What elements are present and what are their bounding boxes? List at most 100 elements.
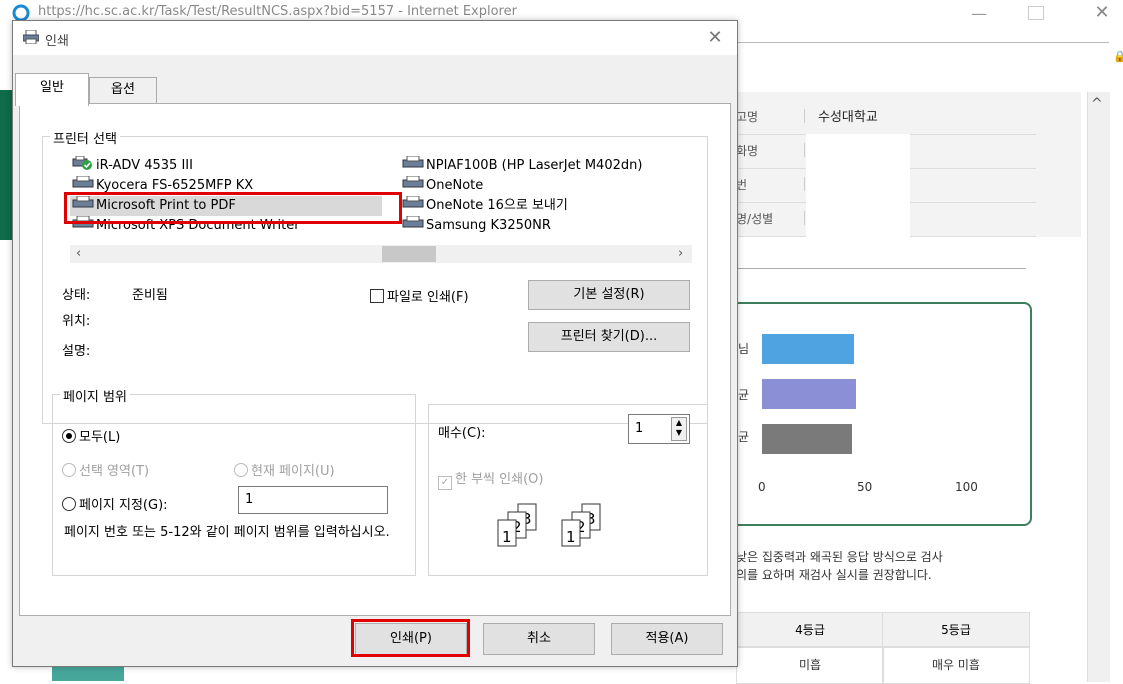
dialog-body: 일반 옵션 프린터 선택 iR-ADV 4535 III Kyocera FS-… (13, 55, 737, 666)
chart-bar (762, 424, 852, 454)
svg-text:1: 1 (566, 528, 576, 546)
dialog-close-icon[interactable]: ✕ (703, 27, 727, 49)
printer-name: iR-ADV 4535 III (96, 158, 193, 173)
page-range-hint: 페이지 번호 또는 5-12와 같이 페이지 범위를 입력하십시오. (64, 525, 390, 540)
scroll-right-icon[interactable]: › (678, 246, 683, 261)
printer-item[interactable]: OneNote 16으로 보내기 (402, 195, 568, 216)
row-divider (804, 143, 805, 157)
range-selection-label: 선택 영역(T) (79, 464, 150, 479)
range-pages-radio[interactable]: 페이지 지정(G): (62, 494, 168, 513)
chart-bar (762, 334, 854, 364)
collate-label: 한 부씩 인쇄(O) (455, 472, 544, 487)
printer-item[interactable]: Samsung K3250NR (402, 215, 551, 236)
range-pages-label: 페이지 지정(G): (79, 498, 168, 513)
printer-icon (402, 215, 424, 228)
preferences-button[interactable]: 기본 설정(R) (528, 280, 690, 310)
printer-item[interactable]: NPIAF100B (HP LaserJet M402dn) (402, 155, 643, 176)
printer-name: OneNote 16으로 보내기 (426, 198, 568, 213)
cancel-button[interactable]: 취소 (483, 623, 595, 655)
note-line: 낮은 집중력과 왜곡된 응답 방식으로 검사 (736, 550, 943, 564)
copies-input[interactable]: 1 ▲ ▼ (628, 414, 690, 444)
printer-name: Samsung K3250NR (426, 218, 551, 233)
chart-bar (762, 379, 856, 409)
x-tick-label: 50 (857, 480, 873, 494)
radio-dot[interactable] (62, 429, 76, 443)
info-value: 수성대학교 (818, 110, 878, 125)
table-cell: 미흡 (736, 646, 884, 684)
checkbox-box: ✓ (438, 476, 452, 490)
close-icon[interactable]: ✕ (1090, 2, 1114, 24)
page-range-input[interactable]: 1 (238, 486, 388, 514)
tab-general[interactable]: 일반 (15, 73, 89, 106)
range-selection-radio: 선택 영역(T) (62, 460, 149, 479)
apply-button[interactable]: 적용(A) (611, 623, 723, 655)
copies-spinner[interactable]: ▲ ▼ (671, 417, 687, 441)
scroll-thumb[interactable] (382, 246, 436, 262)
range-all-radio[interactable]: 모두(L) (62, 426, 120, 445)
table-cell: 매우 미흡 (882, 646, 1030, 684)
scroll-left-icon[interactable]: ‹ (76, 246, 81, 261)
printer-list-scrollbar[interactable]: ‹ › (70, 245, 692, 263)
default-printer-icon (72, 155, 94, 170)
dialog-title: 인쇄 (45, 34, 69, 49)
chart-category-label: 균 (738, 430, 750, 444)
general-panel: 프린터 선택 iR-ADV 4535 III Kyocera FS-6525MF… (19, 103, 731, 616)
browser-scrollbar[interactable]: ^ (1087, 92, 1110, 682)
printer-name: Kyocera FS-6525MFP KX (96, 178, 254, 193)
info-row: 고명 수성대학교 (736, 100, 1036, 135)
address-bar-border (736, 42, 1109, 43)
section-divider (736, 268, 1026, 269)
copies-value: 1 (635, 421, 644, 436)
printer-name: OneNote (426, 178, 484, 193)
comment-label: 설명: (62, 344, 91, 359)
info-key: 화명 (736, 144, 759, 158)
dialog-title-bar: 인쇄 ✕ (13, 21, 737, 55)
page-range-group (52, 394, 416, 576)
print-dialog: 인쇄 ✕ 일반 옵션 프린터 선택 iR-ADV 4535 III Kyocer… (12, 20, 738, 667)
radio-dot (234, 463, 248, 477)
range-current-label: 현재 페이지(U) (251, 464, 335, 479)
row-divider (804, 211, 805, 225)
page-sidebar-strip (0, 90, 12, 240)
location-label: 위치: (62, 314, 91, 329)
svg-text:1: 1 (502, 528, 512, 546)
minimize-icon[interactable]: — (964, 4, 994, 24)
printer-icon (402, 155, 424, 168)
printer-icon (402, 175, 424, 188)
redacted-box (806, 134, 910, 238)
tab-options[interactable]: 옵션 (89, 77, 157, 105)
printer-icon (22, 29, 40, 45)
note-line: 의를 요하며 재검사 실시를 권장합니다. (736, 568, 932, 582)
printer-name: NPIAF100B (HP LaserJet M402dn) (426, 158, 643, 173)
page-range-value: 1 (245, 492, 254, 507)
x-tick-label: 0 (758, 480, 766, 494)
radio-dot (62, 463, 76, 477)
radio-dot[interactable] (62, 497, 76, 511)
range-all-label: 모두(L) (79, 430, 121, 445)
table-header: 4등급 (736, 612, 884, 648)
browser-title: https://hc.sc.ac.kr/Task/Test/ResultNCS.… (38, 4, 517, 19)
table-header: 5등급 (882, 612, 1030, 648)
row-divider (804, 109, 805, 123)
chart-category-label: 님 (738, 342, 750, 356)
page-range-label: 페이지 범위 (60, 386, 130, 405)
status-label: 상태: (62, 288, 91, 303)
info-key: 명/성별 (736, 212, 774, 226)
printer-item[interactable]: OneNote (402, 175, 484, 196)
x-tick-label: 100 (955, 480, 978, 494)
row-divider (804, 177, 805, 191)
collate-illustration-icon: 3 2 1 3 2 1 (496, 502, 636, 554)
print-to-file-checkbox[interactable]: 파일로 인쇄(F) (370, 286, 469, 305)
info-key: 고명 (736, 110, 759, 124)
scroll-up-icon[interactable]: ^ (1091, 96, 1103, 112)
copies-label: 매수(C): (438, 426, 486, 441)
printer-item[interactable]: iR-ADV 4535 III (72, 155, 193, 176)
find-printer-button[interactable]: 프린터 찾기(D)... (528, 322, 690, 352)
selected-printer-highlight (64, 192, 402, 224)
maximize-icon[interactable] (1028, 6, 1044, 20)
checkbox-box[interactable] (370, 289, 384, 303)
printer-group-label: 프린터 선택 (50, 128, 120, 147)
collate-checkbox: ✓ 한 부씩 인쇄(O) (438, 468, 543, 490)
printer-icon (402, 195, 424, 208)
lock-icon: 🔒 (1113, 50, 1123, 63)
